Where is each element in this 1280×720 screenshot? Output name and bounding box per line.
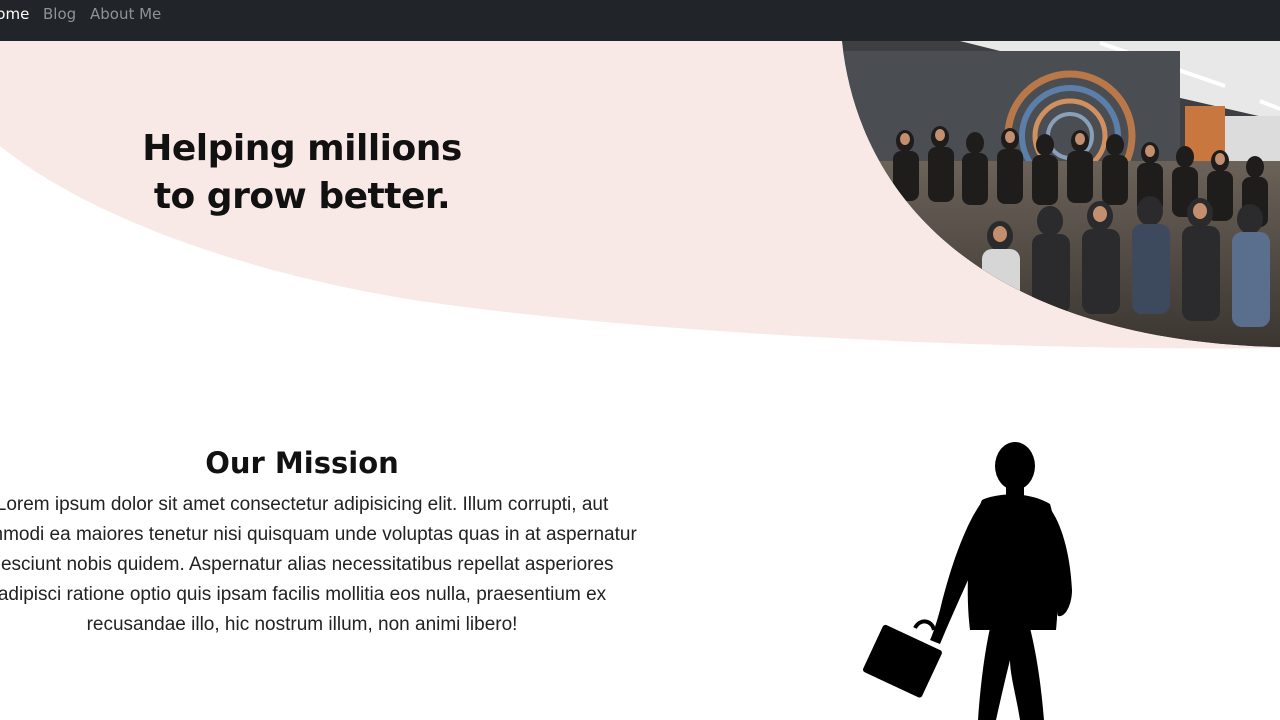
nav-link-blog[interactable]: Blog (43, 4, 76, 24)
hero-title-line-1: Helping millions (142, 128, 462, 169)
mission-title: Our Mission (205, 446, 399, 480)
mission-text: Lorem ipsum dolor sit amet consectetur a… (0, 494, 637, 635)
hero-title-line-2: to grow better. (153, 176, 451, 217)
nav-link-about-me[interactable]: About Me (90, 4, 161, 24)
nav-link-home[interactable]: Home (0, 4, 29, 24)
hero-section: Helping millions to grow better. (0, 41, 1280, 371)
navbar: Home Blog About Me (0, 0, 1280, 41)
hero-title: Helping millions to grow better. (102, 125, 502, 221)
businessman-silhouette-icon (862, 442, 1072, 720)
